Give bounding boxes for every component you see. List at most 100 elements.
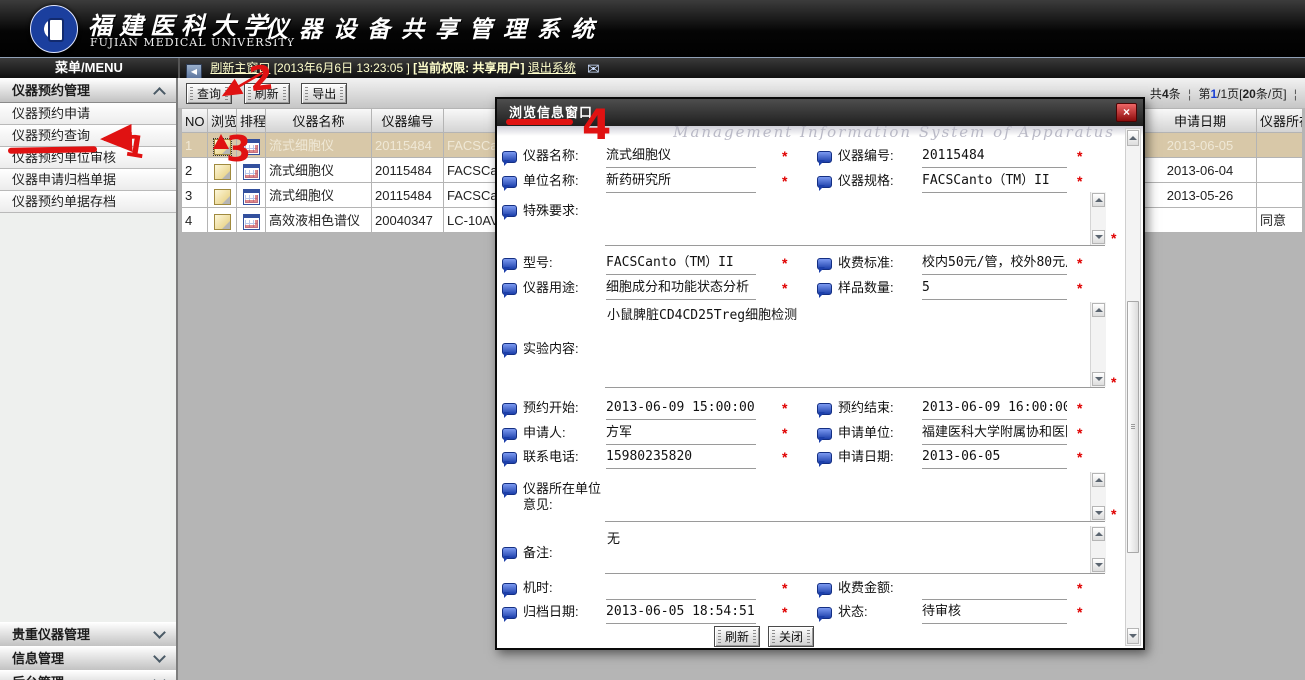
field-value[interactable]: 2013-06-05 — [922, 447, 1067, 469]
dialog-title: 浏览信息窗口 — [497, 99, 1143, 126]
field-value[interactable]: 待审核 — [922, 602, 1067, 624]
field-label: 机时: — [523, 578, 606, 600]
comment-bubble-icon — [502, 428, 517, 440]
scroll-up-icon[interactable] — [1092, 303, 1105, 317]
dialog-scrollbar[interactable] — [1125, 128, 1141, 646]
comment-bubble-icon — [502, 452, 517, 464]
textarea-scrollbar[interactable] — [1090, 302, 1106, 387]
required-asterisk: * — [782, 578, 787, 600]
sidebar-item-unit-review[interactable]: 仪器预约单位审核 — [0, 147, 176, 169]
cell-date: 2013-06-04 — [1144, 158, 1257, 183]
field-fee-standard: 收费标准: 校内50元/管，校外80元/ * — [817, 253, 1082, 275]
sidebar-section-backend[interactable]: 后台管理 — [0, 670, 176, 680]
sub-header-bar: 菜单/MENU ◀ 刷新主窗口 [2013年6月6日 13:23:05 ] [当… — [0, 58, 1305, 78]
scroll-up-icon[interactable] — [1127, 130, 1139, 146]
cell-no: 4 — [181, 208, 208, 233]
field-value[interactable]: 新药研究所 — [606, 171, 756, 193]
field-value[interactable]: 2013-06-09 15:00:00 — [606, 398, 756, 420]
comment-bubble-icon — [502, 176, 517, 188]
field-value[interactable]: 5 — [922, 278, 1067, 300]
field-label: 仪器所在单位意见: — [523, 478, 606, 513]
scroll-down-icon[interactable] — [1092, 230, 1105, 244]
field-value[interactable]: 2013-06-05 18:54:51 — [606, 602, 756, 624]
field-value[interactable]: 校内50元/管，校外80元/ — [922, 253, 1067, 275]
textarea-scrollbar[interactable] — [1090, 526, 1106, 573]
browse-note-icon[interactable] — [214, 164, 231, 180]
field-value[interactable]: FACSCanto（TM）II — [922, 171, 1067, 193]
field-value[interactable]: 流式细胞仪 — [606, 146, 756, 168]
comment-bubble-icon — [502, 205, 517, 217]
scroll-up-icon[interactable] — [1092, 193, 1105, 207]
sidebar-section-valuable[interactable]: 贵重仪器管理 — [0, 622, 176, 647]
browse-note-icon[interactable] — [214, 189, 231, 205]
refresh-main-window-link[interactable]: 刷新主窗口 — [210, 61, 270, 75]
field-unit-name: 单位名称: 新药研究所 * — [502, 171, 787, 193]
logout-link[interactable]: 退出系统 — [528, 61, 576, 75]
sidebar-section-reservation[interactable]: 仪器预约管理 — [0, 78, 176, 103]
field-value[interactable]: 细胞成分和功能状态分析 — [606, 278, 756, 300]
required-asterisk: * — [1077, 171, 1082, 193]
scroll-down-icon[interactable] — [1092, 372, 1105, 386]
dialog-close-button[interactable]: 关闭 — [768, 626, 814, 647]
field-instrument-code: 仪器编号: 20115484 * — [817, 146, 1082, 168]
schedule-calendar-icon[interactable] — [243, 139, 260, 155]
sidebar-item-archive-receipt[interactable]: 仪器申请归档单据 — [0, 169, 176, 191]
query-button[interactable]: 查询 — [186, 83, 232, 104]
cell-name: 高效液相色谱仪 — [266, 208, 372, 233]
sidebar-item-receipt-storage[interactable]: 仪器预约单据存档 — [0, 191, 176, 213]
scroll-up-icon[interactable] — [1092, 473, 1105, 487]
field-value[interactable]: 方军 — [606, 423, 756, 445]
textarea-scrollbar[interactable] — [1090, 472, 1106, 521]
field-reserve-end: 预约结束: 2013-06-09 16:00:00 * — [817, 398, 1082, 420]
field-value[interactable]: FACSCanto（TM）II — [606, 253, 756, 275]
schedule-calendar-icon[interactable] — [243, 189, 260, 205]
field-label: 单位名称: — [523, 171, 606, 193]
required-asterisk: * — [1077, 253, 1082, 275]
field-label: 仪器用途: — [523, 278, 606, 300]
scroll-down-icon[interactable] — [1092, 506, 1105, 520]
field-value[interactable] — [606, 578, 756, 600]
schedule-calendar-icon[interactable] — [243, 214, 260, 230]
required-asterisk: * — [1077, 423, 1082, 445]
browse-note-icon[interactable] — [214, 214, 231, 230]
field-value[interactable] — [922, 578, 1067, 600]
browse-note-icon[interactable] — [214, 139, 231, 155]
sidebar-item-reservation-apply[interactable]: 仪器预约申请 — [0, 103, 176, 125]
scroll-down-icon[interactable] — [1092, 558, 1105, 572]
required-asterisk: * — [782, 398, 787, 420]
experiment-textarea[interactable]: 小鼠脾脏CD4CD25Treg细胞检测 — [605, 302, 1105, 388]
mail-icon[interactable]: ✉ — [587, 61, 600, 78]
col-date: 申请日期 — [1144, 108, 1257, 133]
field-sample-count: 样品数量: 5 * — [817, 278, 1082, 300]
scroll-down-icon[interactable] — [1127, 628, 1139, 644]
close-icon[interactable]: × — [1116, 103, 1137, 122]
field-label: 收费标准: — [838, 253, 922, 275]
schedule-calendar-icon[interactable] — [243, 164, 260, 180]
cell-opinion — [1257, 133, 1303, 158]
special-requirements-textarea[interactable] — [605, 192, 1105, 246]
required-asterisk: * — [782, 146, 787, 168]
scrollbar-thumb[interactable] — [1127, 301, 1139, 553]
field-machine-time: 机时: * — [502, 578, 787, 600]
field-value[interactable]: 15980235820 — [606, 447, 756, 469]
comment-bubble-icon — [817, 403, 832, 415]
scroll-up-icon[interactable] — [1092, 527, 1105, 541]
field-label: 仪器名称: — [523, 146, 606, 168]
field-value[interactable]: 2013-06-09 16:00:00 — [922, 398, 1067, 420]
field-label: 样品数量: — [838, 278, 922, 300]
refresh-button[interactable]: 刷新 — [244, 83, 290, 104]
sidebar-section-info[interactable]: 信息管理 — [0, 646, 176, 671]
dialog-refresh-button[interactable]: 刷新 — [714, 626, 760, 647]
textarea-scrollbar[interactable] — [1090, 192, 1106, 245]
field-value[interactable]: 20115484 — [922, 146, 1067, 168]
cell-schedule — [237, 208, 266, 233]
unit-opinion-textarea[interactable] — [605, 472, 1105, 522]
section-label: 仪器预约管理 — [12, 83, 90, 98]
remark-textarea[interactable]: 无 — [605, 526, 1105, 574]
required-asterisk: * — [1077, 447, 1082, 469]
field-usage: 仪器用途: 细胞成分和功能状态分析 * — [502, 278, 787, 300]
sidebar-item-reservation-query[interactable]: 仪器预约查询 — [0, 125, 176, 147]
comment-bubble-icon — [817, 452, 832, 464]
field-value[interactable]: 福建医科大学附属协和医院 — [922, 423, 1067, 445]
export-button[interactable]: 导出 — [301, 83, 347, 104]
